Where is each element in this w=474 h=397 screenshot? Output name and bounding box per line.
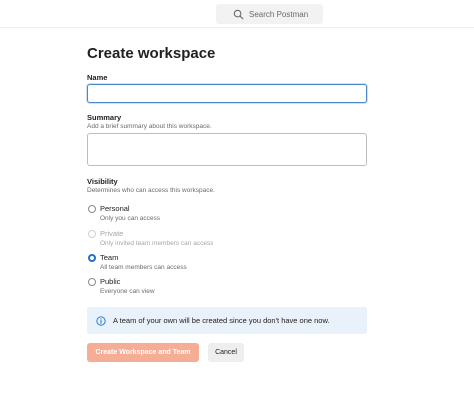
option-description: Only you can access: [100, 215, 160, 222]
visibility-option-team[interactable]: Team All team members can access: [87, 253, 287, 275]
radio-team[interactable]: [88, 254, 96, 262]
option-description: Only invited team members can access: [100, 240, 214, 247]
search-icon: [233, 9, 244, 19]
page-title: Create workspace: [87, 45, 216, 62]
option-description: All team members can access: [100, 264, 187, 271]
name-input[interactable]: [87, 84, 367, 103]
visibility-option-personal[interactable]: Personal Only you can access: [87, 204, 287, 226]
info-banner: A team of your own will be created since…: [87, 307, 367, 334]
option-label: Private: [100, 229, 124, 238]
option-label: Team: [100, 253, 119, 262]
summary-label: Summary: [87, 113, 122, 122]
info-icon: [96, 315, 106, 326]
name-label: Name: [87, 73, 108, 82]
visibility-label: Visibility: [87, 177, 118, 186]
top-bar: Search Postman: [0, 0, 474, 28]
cancel-button[interactable]: Cancel: [208, 343, 244, 362]
option-label: Personal: [100, 204, 130, 213]
option-label: Public: [100, 277, 121, 286]
visibility-hint: Determines who can access this workspace…: [87, 187, 215, 194]
visibility-option-private: Private Only invited team members can ac…: [87, 229, 287, 251]
summary-hint: Add a brief summary about this workspace…: [87, 123, 212, 130]
option-description: Everyone can view: [100, 288, 155, 295]
radio-public[interactable]: [88, 278, 96, 286]
visibility-option-public[interactable]: Public Everyone can view: [87, 277, 287, 299]
radio-private: [88, 230, 96, 238]
create-workspace-button[interactable]: Create Workspace and Team: [87, 343, 199, 362]
summary-input[interactable]: [87, 133, 367, 166]
search-placeholder: Search Postman: [249, 9, 309, 19]
search-bar[interactable]: Search Postman: [216, 4, 323, 24]
info-banner-text: A team of your own will be created since…: [113, 316, 330, 325]
radio-personal[interactable]: [88, 205, 96, 213]
